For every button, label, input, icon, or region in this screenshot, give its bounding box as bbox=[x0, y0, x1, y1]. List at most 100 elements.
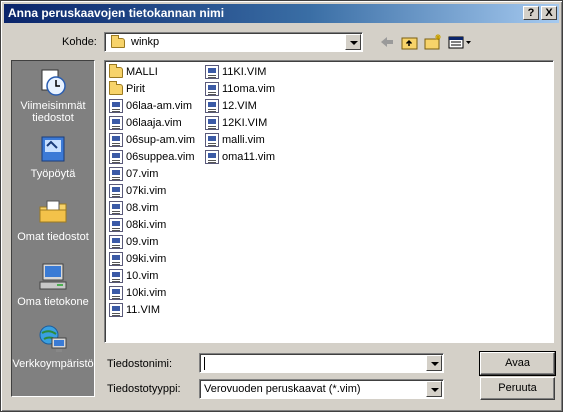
file-name: 12.VIM bbox=[222, 100, 257, 112]
vim-file-icon bbox=[109, 269, 123, 283]
open-file-dialog: Anna peruskaavojen tietokannan nimi ? X … bbox=[0, 0, 563, 412]
vim-file-icon bbox=[205, 65, 219, 79]
file-name: 06laa-am.vim bbox=[126, 100, 193, 112]
view-menu-icon bbox=[448, 36, 471, 49]
file-item[interactable]: 10.vim bbox=[107, 268, 195, 285]
file-name: oma11.vim bbox=[222, 151, 275, 163]
file-column-2: 11KI.VIM 11oma.vim 12.VIM 12KI.VIM malli.vim… bbox=[203, 64, 275, 166]
cancel-button[interactable]: Peruuta bbox=[480, 377, 555, 400]
vim-file-icon bbox=[109, 116, 123, 130]
file-name: 06suppea.vim bbox=[126, 151, 195, 163]
vim-file-icon bbox=[109, 252, 123, 266]
lookin-dropdown[interactable]: winkp bbox=[104, 32, 363, 52]
file-name: 08.vim bbox=[126, 202, 159, 214]
file-name: 06sup-am.vim bbox=[126, 134, 196, 146]
file-column-1: MALLI Pirit 06laa-am.vim 06laaja.vim 06sup-a… bbox=[107, 64, 195, 319]
filename-label: Tiedostonimi: bbox=[107, 358, 173, 370]
file-name: 11oma.vim bbox=[222, 83, 275, 95]
file-item[interactable]: 08ki.vim bbox=[107, 217, 195, 234]
place-network-label: Verkkoympäristö bbox=[12, 358, 94, 370]
file-item[interactable]: 12.VIM bbox=[203, 98, 275, 115]
file-item[interactable]: 06suppea.vim bbox=[107, 149, 195, 166]
file-name: 11.VIM bbox=[126, 304, 161, 316]
file-item[interactable]: malli.vim bbox=[203, 132, 275, 149]
network-places-icon bbox=[39, 325, 67, 352]
file-name: 11KI.VIM bbox=[222, 66, 267, 78]
file-item[interactable]: 11.VIM bbox=[107, 302, 195, 319]
close-button[interactable]: X bbox=[541, 6, 557, 20]
vim-file-icon bbox=[205, 82, 219, 96]
back-arrow-icon bbox=[381, 37, 393, 47]
file-item[interactable]: 07ki.vim bbox=[107, 183, 195, 200]
file-item[interactable]: 11KI.VIM bbox=[203, 64, 275, 81]
place-desktop-label: Työpöytä bbox=[30, 168, 76, 180]
folder-icon bbox=[111, 35, 125, 48]
file-list[interactable]: MALLI Pirit 06laa-am.vim 06laaja.vim 06sup-a… bbox=[104, 60, 554, 343]
my-computer-icon bbox=[39, 263, 67, 290]
file-item[interactable]: 07.vim bbox=[107, 166, 195, 183]
file-item[interactable]: 10ki.vim bbox=[107, 285, 195, 302]
file-name: 09ki.vim bbox=[126, 253, 167, 265]
window-title: Anna peruskaavojen tietokannan nimi bbox=[8, 6, 225, 20]
lookin-label: Kohde: bbox=[62, 36, 97, 48]
file-item[interactable]: 09.vim bbox=[107, 234, 195, 251]
place-network[interactable]: Verkkoympäristö bbox=[12, 323, 94, 370]
vim-file-icon bbox=[205, 133, 219, 147]
file-name: 06laaja.vim bbox=[126, 117, 182, 129]
place-my-computer[interactable]: Oma tietokone bbox=[12, 261, 94, 308]
vim-file-icon bbox=[205, 150, 219, 164]
vim-file-icon bbox=[205, 116, 219, 130]
file-item[interactable]: oma11.vim bbox=[203, 149, 275, 166]
file-name: 07ki.vim bbox=[126, 185, 167, 197]
folder-item[interactable]: Pirit bbox=[107, 81, 195, 98]
folder-icon bbox=[109, 81, 123, 95]
file-name: MALLI bbox=[126, 66, 158, 78]
filename-input[interactable] bbox=[199, 353, 444, 373]
help-button[interactable]: ? bbox=[523, 6, 539, 20]
vim-file-icon bbox=[109, 218, 123, 232]
vim-file-icon bbox=[109, 184, 123, 198]
vim-file-icon bbox=[109, 150, 123, 164]
file-name: malli.vim bbox=[222, 134, 265, 146]
file-item[interactable]: 09ki.vim bbox=[107, 251, 195, 268]
view-menu-button[interactable] bbox=[447, 32, 473, 52]
vim-file-icon bbox=[109, 303, 123, 317]
recent-documents-icon bbox=[41, 69, 66, 96]
place-my-documents[interactable]: Omat tiedostot bbox=[12, 196, 94, 243]
file-item[interactable]: 06laa-am.vim bbox=[107, 98, 195, 115]
place-desktop[interactable]: Työpöytä bbox=[12, 133, 94, 180]
vim-file-icon bbox=[109, 201, 123, 215]
file-item[interactable]: 11oma.vim bbox=[203, 81, 275, 98]
vim-file-icon bbox=[109, 286, 123, 300]
file-item[interactable]: 08.vim bbox=[107, 200, 195, 217]
file-name: 10.vim bbox=[126, 270, 159, 282]
folder-item[interactable]: MALLI bbox=[107, 64, 195, 81]
vim-file-icon bbox=[205, 99, 219, 113]
chevron-down-icon[interactable] bbox=[426, 381, 442, 397]
chevron-down-icon[interactable] bbox=[426, 355, 442, 371]
place-my-documents-label: Omat tiedostot bbox=[17, 231, 89, 243]
vim-file-icon bbox=[109, 235, 123, 249]
my-documents-icon bbox=[39, 200, 67, 223]
filetype-value: Verovuoden peruskaavat (*.vim) bbox=[204, 383, 361, 395]
file-item[interactable]: 12KI.VIM bbox=[203, 115, 275, 132]
up-folder-icon bbox=[401, 37, 418, 50]
file-name: Pirit bbox=[126, 83, 145, 95]
file-name: 08ki.vim bbox=[126, 219, 167, 231]
places-bar: Viimeisimmät tiedostot Työpöytä Omat tie… bbox=[11, 60, 95, 397]
back-button[interactable] bbox=[377, 32, 397, 52]
chevron-down-icon[interactable] bbox=[345, 34, 361, 50]
place-recent[interactable]: Viimeisimmät tiedostot bbox=[12, 65, 94, 124]
desktop-icon bbox=[41, 136, 65, 162]
filetype-label: Tiedostotyyppi: bbox=[107, 383, 181, 395]
vim-file-icon bbox=[109, 167, 123, 181]
lookin-value: winkp bbox=[131, 36, 160, 48]
new-folder-button[interactable] bbox=[423, 32, 443, 52]
up-folder-button[interactable] bbox=[400, 32, 420, 52]
open-button[interactable]: Avaa bbox=[479, 351, 556, 376]
file-item[interactable]: 06sup-am.vim bbox=[107, 132, 195, 149]
file-name: 09.vim bbox=[126, 236, 159, 248]
title-bar[interactable]: Anna peruskaavojen tietokannan nimi ? X bbox=[4, 4, 559, 23]
filetype-dropdown[interactable]: Verovuoden peruskaavat (*.vim) bbox=[199, 379, 444, 399]
file-item[interactable]: 06laaja.vim bbox=[107, 115, 195, 132]
